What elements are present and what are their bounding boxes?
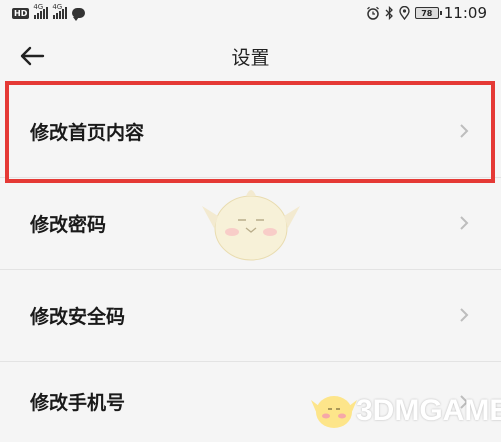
battery-icon: 78 (414, 7, 442, 19)
title-bar: 设置 (0, 34, 501, 78)
mascot-watermark-icon (202, 190, 300, 261)
chevron-right-icon (460, 308, 469, 322)
menu-item-label: 修改手机号 (30, 392, 126, 414)
bluetooth-icon (385, 6, 393, 20)
location-icon (399, 6, 410, 20)
chevron-right-icon (460, 124, 469, 138)
page-title: 设置 (231, 46, 270, 69)
signal-tag: 4G (52, 3, 63, 11)
arrow-left-icon (20, 46, 45, 66)
menu-item-label: 修改首页内容 (30, 121, 145, 144)
alarm-icon (366, 6, 379, 20)
menu-item-change-security-code[interactable]: 修改安全码 (0, 269, 501, 361)
back-button[interactable] (16, 40, 48, 72)
menu-item-edit-homepage[interactable]: 修改首页内容 (0, 85, 501, 177)
menu-item-label: 修改密码 (30, 213, 107, 236)
status-bar-left: HD 4G 4G (12, 3, 86, 21)
menu-item-label: 修改安全码 (30, 305, 126, 328)
mascot-logo-icon (311, 396, 357, 428)
status-bar: HD 4G 4G 78 11:09 (0, 0, 501, 26)
signal-icon: 4G (33, 3, 49, 19)
status-time: 11:09 (443, 4, 487, 22)
status-bar-right: 78 11:09 (366, 4, 487, 22)
watermark-text: 3DMGAME (356, 394, 501, 427)
battery-level: 78 (421, 8, 433, 18)
signal-tag: 4G (33, 3, 44, 11)
signal-icon: 4G (52, 3, 68, 19)
message-icon (72, 8, 86, 21)
hd-badge: HD (12, 7, 30, 19)
chevron-right-icon (460, 216, 469, 230)
